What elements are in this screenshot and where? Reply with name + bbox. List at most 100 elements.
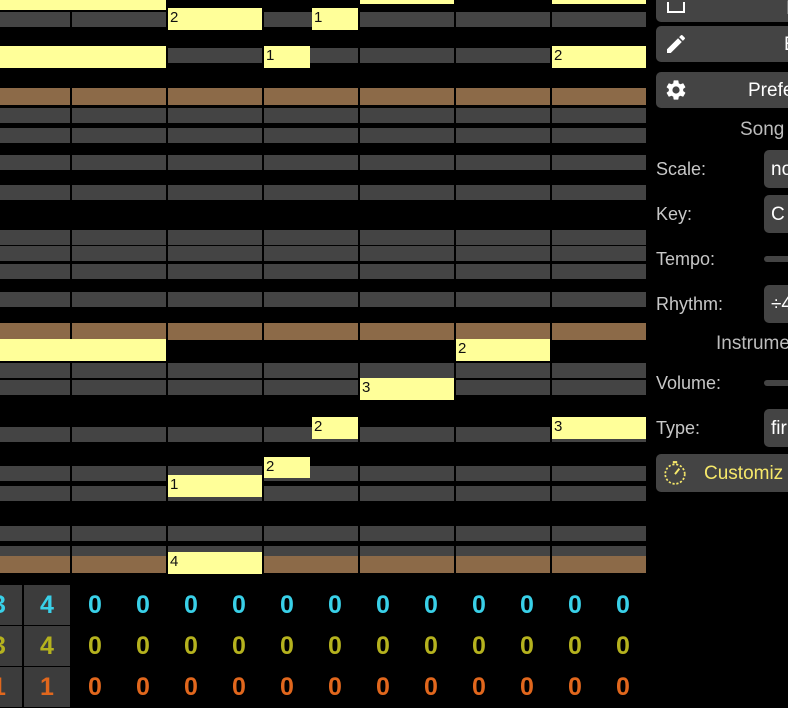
pattern-cell[interactable]: 0 — [600, 626, 646, 666]
pattern-cell[interactable]: 0 — [600, 585, 646, 625]
drum-row-cell — [360, 88, 454, 105]
pattern-cell[interactable]: 0 — [600, 667, 646, 707]
tempo-slider[interactable] — [764, 256, 788, 262]
empty-note-slot — [0, 486, 70, 501]
pattern-cell[interactable]: 0 — [504, 585, 550, 625]
pattern-cell[interactable]: 0 — [360, 667, 406, 707]
pattern-cell[interactable]: 0 — [72, 667, 118, 707]
pattern-cell[interactable]: 0 — [360, 585, 406, 625]
key-select[interactable]: C — [764, 195, 788, 233]
pattern-cell[interactable]: 0 — [168, 626, 214, 666]
pattern-cell[interactable]: 0 — [72, 585, 118, 625]
preferences-button[interactable]: Prefe — [656, 72, 788, 108]
pattern-cell[interactable]: 0 — [216, 626, 262, 666]
rhythm-label: Rhythm: — [656, 294, 724, 314]
note-block[interactable]: 1 — [264, 46, 310, 68]
pattern-cell[interactable]: 0 — [552, 667, 598, 707]
pattern-cell[interactable]: 0 — [72, 626, 118, 666]
pattern-cell[interactable]: 0 — [264, 626, 310, 666]
volume-slider[interactable] — [764, 380, 788, 386]
empty-note-slot — [552, 292, 646, 307]
square-icon — [667, 2, 685, 13]
empty-note-slot — [168, 128, 262, 143]
empty-note-slot — [72, 292, 166, 307]
empty-note-slot — [264, 264, 358, 279]
pattern-cell[interactable]: 0 — [456, 585, 502, 625]
gauge-icon — [664, 461, 686, 485]
note-block[interactable]: 2 — [456, 339, 550, 361]
pattern-cell[interactable]: 0 — [408, 585, 454, 625]
empty-note-slot — [456, 427, 550, 442]
note-block[interactable]: 1 — [312, 8, 358, 30]
note-block[interactable]: 4 — [168, 552, 262, 574]
empty-note-slot — [168, 292, 262, 307]
pattern-cell[interactable]: 0 — [408, 667, 454, 707]
empty-note-slot — [168, 230, 262, 245]
pattern-cell[interactable]: 0 — [216, 667, 262, 707]
empty-note-slot — [552, 185, 646, 200]
pattern-cell[interactable]: 0 — [216, 585, 262, 625]
empty-note-slot — [456, 246, 550, 261]
pattern-cell[interactable]: 0 — [456, 667, 502, 707]
pattern-cell[interactable]: 3 — [0, 585, 22, 625]
note-block[interactable]: 2 — [552, 46, 646, 68]
empty-note-slot — [72, 230, 166, 245]
empty-note-slot — [360, 155, 454, 170]
rhythm-select[interactable]: ÷4 — [764, 285, 788, 323]
sidebar-button-top[interactable]: I — [656, 0, 788, 22]
pattern-editor[interactable]: 2111122323214 — [0, 0, 648, 580]
pattern-cell[interactable]: 0 — [312, 667, 358, 707]
pattern-cell[interactable]: 0 — [264, 667, 310, 707]
pattern-cell[interactable]: 1 — [24, 667, 70, 707]
empty-note-slot — [360, 108, 454, 123]
pattern-cell[interactable]: 0 — [360, 626, 406, 666]
note-block[interactable]: 2 — [264, 457, 310, 478]
note-block[interactable] — [0, 339, 166, 361]
empty-note-slot — [552, 526, 646, 541]
pattern-cell[interactable]: 4 — [24, 585, 70, 625]
customize-button[interactable]: Customiz — [656, 454, 788, 492]
drum-row-cell — [0, 323, 70, 340]
note-block[interactable]: 1 — [360, 0, 454, 4]
pattern-cell[interactable]: 0 — [120, 667, 166, 707]
pattern-cell[interactable]: 0 — [504, 667, 550, 707]
note-block[interactable]: 3 — [360, 378, 454, 400]
empty-note-slot — [456, 526, 550, 541]
note-block[interactable]: 2 — [168, 8, 262, 30]
empty-note-slot — [264, 185, 358, 200]
note-block[interactable]: 1 — [168, 475, 262, 497]
pattern-cell[interactable]: 0 — [504, 626, 550, 666]
empty-note-slot — [168, 380, 262, 395]
pattern-cell[interactable]: 3 — [0, 626, 22, 666]
song-settings-header: Song — [740, 119, 785, 140]
note-block[interactable] — [0, 0, 166, 10]
note-block[interactable]: 1 — [552, 0, 646, 4]
type-select[interactable]: fir — [764, 409, 788, 447]
empty-note-slot — [0, 185, 70, 200]
pattern-cell[interactable]: 0 — [408, 626, 454, 666]
pattern-cell[interactable]: 0 — [120, 585, 166, 625]
pattern-cell[interactable]: 0 — [552, 626, 598, 666]
channel-pattern-grid[interactable]: 3400000000000034000000000000110000000000… — [0, 583, 650, 708]
note-block[interactable]: 2 — [312, 417, 358, 439]
pattern-cell[interactable]: 4 — [24, 626, 70, 666]
preferences-button-label: Prefe — [748, 80, 788, 101]
empty-note-slot — [360, 486, 454, 501]
pattern-cell[interactable]: 0 — [168, 667, 214, 707]
scale-select[interactable]: no — [764, 150, 788, 188]
edit-button[interactable]: E — [656, 26, 788, 62]
empty-note-slot — [456, 185, 550, 200]
pattern-cell[interactable]: 0 — [552, 585, 598, 625]
empty-note-slot — [552, 108, 646, 123]
pattern-cell[interactable]: 0 — [312, 626, 358, 666]
pattern-cell[interactable]: 0 — [168, 585, 214, 625]
pattern-cell[interactable]: 0 — [312, 585, 358, 625]
note-block[interactable]: 3 — [552, 417, 646, 439]
empty-note-slot — [168, 264, 262, 279]
pattern-cell[interactable]: 1 — [0, 667, 22, 707]
empty-note-slot — [0, 230, 70, 245]
note-block[interactable] — [0, 46, 166, 68]
pattern-cell[interactable]: 0 — [120, 626, 166, 666]
pattern-cell[interactable]: 0 — [264, 585, 310, 625]
pattern-cell[interactable]: 0 — [456, 626, 502, 666]
